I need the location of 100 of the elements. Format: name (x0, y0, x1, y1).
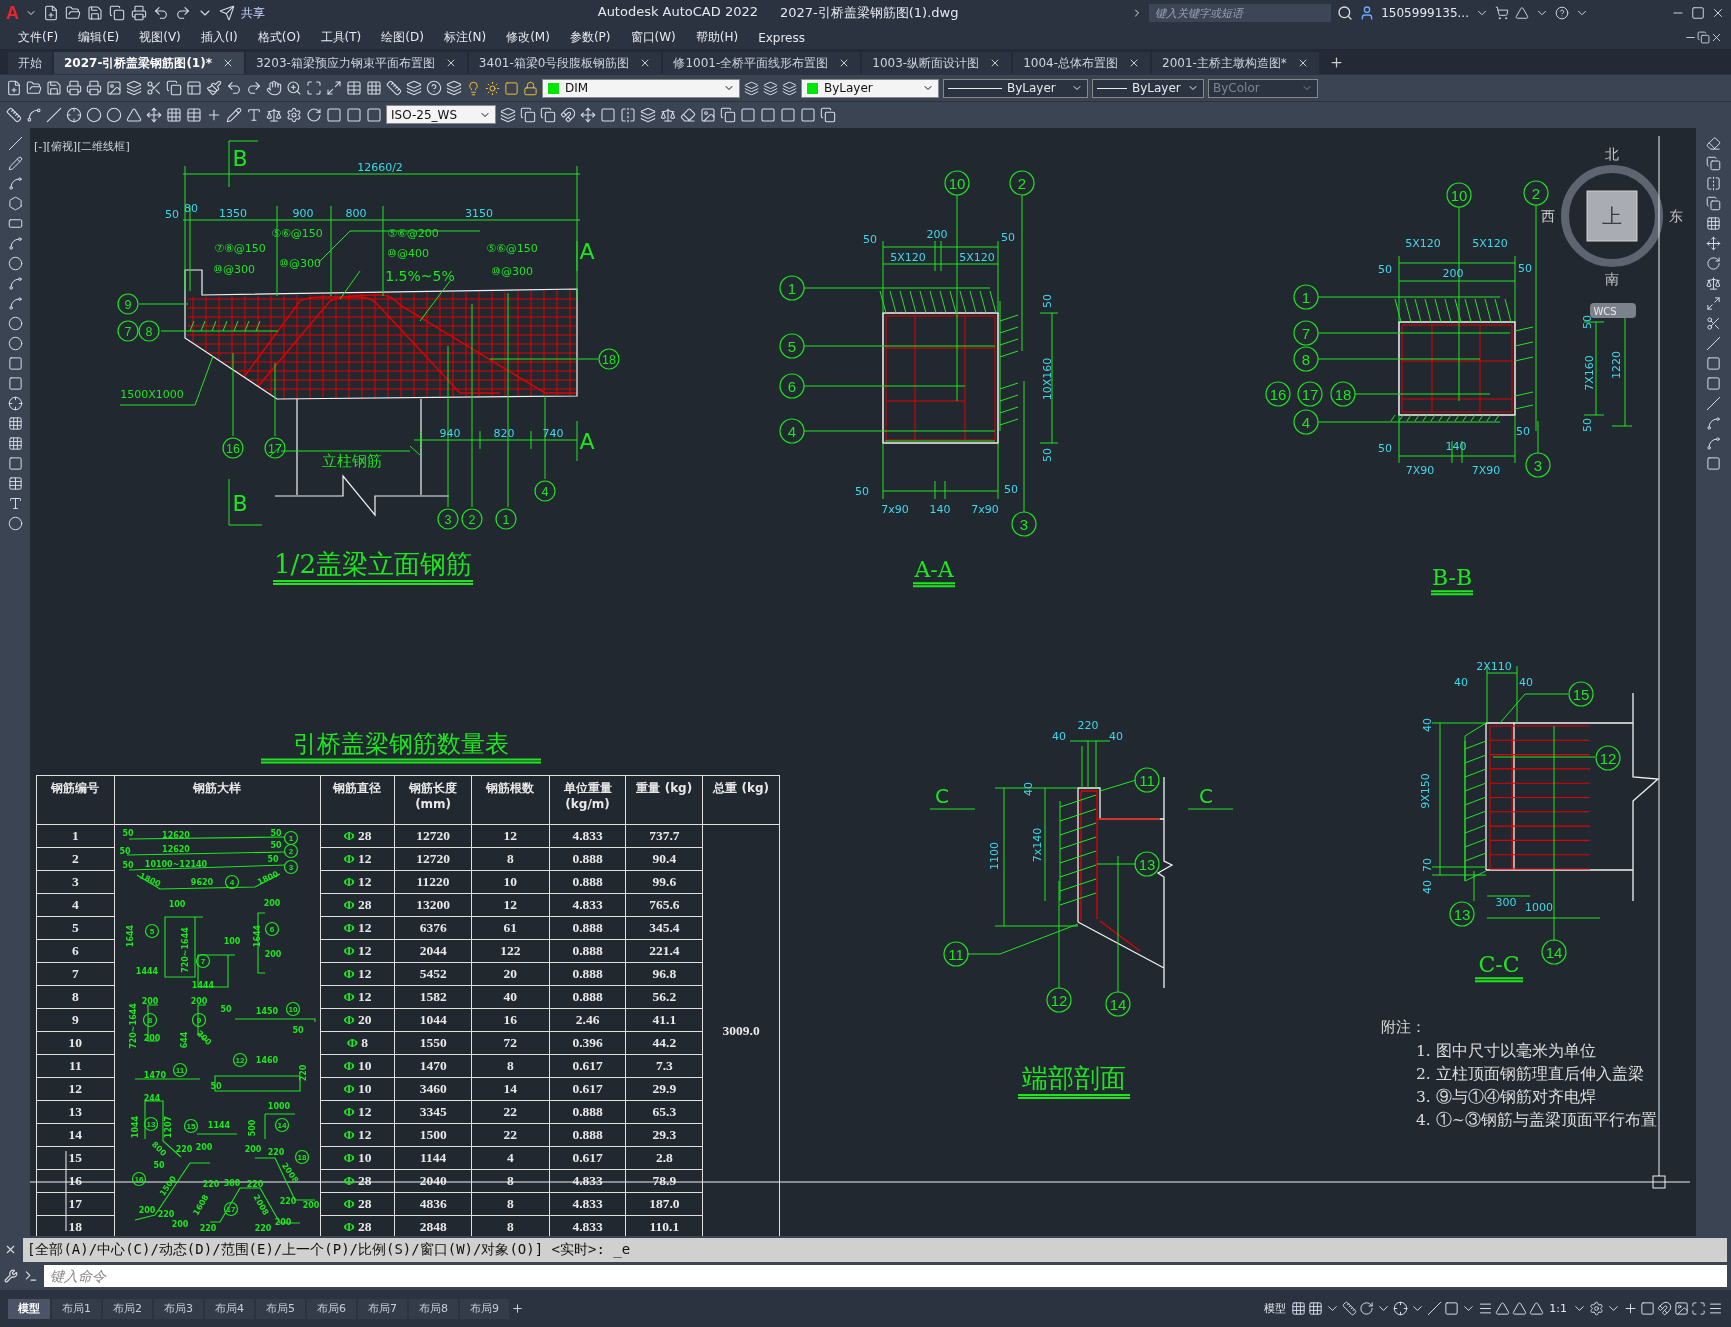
table-icon[interactable] (346, 80, 362, 97)
share-button[interactable]: 共享 (241, 4, 265, 22)
new-layout-icon[interactable] (511, 1302, 524, 1316)
layout-tab[interactable]: 布局3 (154, 1298, 203, 1319)
menu-item[interactable]: 标注(N) (433, 29, 497, 47)
undo-icon[interactable] (226, 80, 242, 97)
menu-item[interactable]: 帮助(H) (685, 29, 749, 47)
scale-button[interactable]: 1:1 (1546, 1302, 1570, 1316)
menu-item[interactable]: 窗口(W) (620, 29, 686, 47)
layout-tab[interactable]: 布局8 (409, 1298, 458, 1319)
viewport-label[interactable]: [-][俯视][二维线框] (34, 139, 130, 153)
user-name[interactable]: 1505999135... (1381, 6, 1469, 21)
layout-tab[interactable]: 布局2 (103, 1298, 152, 1319)
printer-icon[interactable] (66, 80, 82, 97)
text-icon[interactable] (7, 495, 23, 511)
mirror-icon[interactable] (620, 106, 636, 123)
fullscreen-icon[interactable] (1691, 1301, 1706, 1317)
command-input[interactable]: 键入命令 (44, 1264, 1727, 1287)
restore-icon[interactable] (1697, 31, 1710, 45)
printer-icon[interactable] (131, 5, 147, 22)
grid-icon[interactable] (1291, 1301, 1307, 1317)
cart-icon[interactable] (1495, 6, 1509, 21)
square-icon[interactable] (504, 80, 519, 96)
zoom-window-icon[interactable] (306, 80, 322, 97)
help-icon[interactable] (1555, 6, 1569, 21)
share-icon[interactable] (219, 5, 235, 22)
plus-icon[interactable] (1623, 1301, 1638, 1317)
undo-icon[interactable] (153, 5, 169, 22)
dimension-style-dropdown[interactable]: ISO-25_WS (386, 105, 496, 125)
circle-icon[interactable] (7, 255, 23, 271)
menu-item[interactable]: 文件(F) (8, 29, 69, 47)
linetype-dropdown[interactable]: ByLayer (943, 78, 1088, 98)
viewcube-drawing[interactable] (1561, 164, 1663, 267)
cut-icon[interactable] (146, 80, 162, 97)
lineweight-dropdown[interactable]: ByLayer (1092, 78, 1204, 98)
document-tab[interactable]: 3401-箱梁0号段腹板钢筋图 (468, 52, 662, 75)
sun-icon[interactable] (485, 80, 500, 96)
table-icon[interactable] (7, 475, 23, 491)
square-icon[interactable] (600, 106, 616, 123)
magnet-icon[interactable] (560, 106, 576, 123)
grid-icon[interactable] (366, 80, 382, 97)
new-file-icon[interactable] (43, 5, 59, 22)
text-icon[interactable] (246, 106, 262, 123)
image-icon[interactable] (700, 106, 716, 123)
menu-item[interactable]: 视图(V) (129, 29, 191, 47)
layout-tab[interactable]: 布局9 (460, 1298, 509, 1319)
menu-item[interactable]: 编辑(E) (68, 29, 130, 47)
help-icon[interactable] (426, 80, 442, 97)
document-tab[interactable]: 1004-总体布置图 (1013, 52, 1150, 75)
model-space-button[interactable]: 模型 (1261, 1301, 1290, 1317)
menu-item[interactable]: 插入(I) (190, 29, 248, 47)
plot-preview-icon[interactable] (86, 80, 102, 97)
line-icon[interactable] (7, 135, 23, 151)
document-tab[interactable]: 3203-箱梁预应力钢束平面布置图 (246, 52, 467, 75)
eraser-icon[interactable] (1706, 135, 1721, 151)
move-icon[interactable] (1706, 235, 1721, 251)
redo-icon[interactable] (175, 5, 191, 22)
image-icon[interactable] (1674, 1301, 1689, 1317)
layout-tab[interactable]: 布局1 (52, 1298, 101, 1319)
square-icon[interactable] (326, 106, 342, 123)
search-icon[interactable] (1337, 5, 1354, 22)
lightbulb-icon[interactable] (466, 80, 481, 96)
save-icon[interactable] (46, 80, 62, 97)
prompt-icon[interactable] (24, 1268, 38, 1283)
copy-icon[interactable] (820, 106, 836, 123)
scale-icon[interactable] (1706, 275, 1721, 291)
square-icon[interactable] (740, 106, 756, 123)
image-icon[interactable] (106, 80, 122, 97)
layers-icon[interactable] (406, 80, 422, 97)
document-tab[interactable]: 修1001-全桥平面线形布置图 (663, 52, 861, 75)
settings-icon[interactable] (1589, 1301, 1604, 1317)
menu-item[interactable]: 绘图(D) (371, 29, 434, 47)
menu-item[interactable]: 格式(O) (247, 29, 311, 47)
search-field[interactable]: 键入关键字或短语 (1149, 4, 1332, 23)
menu-item[interactable]: Express (748, 30, 815, 45)
rotate-icon[interactable] (306, 106, 322, 123)
brush-icon[interactable] (206, 80, 222, 97)
copy-icon[interactable] (166, 80, 182, 97)
lock-icon[interactable] (523, 80, 538, 96)
folder-icon[interactable] (65, 5, 81, 22)
redo-icon[interactable] (246, 80, 262, 97)
copy-icon[interactable] (520, 106, 536, 123)
layers-icon[interactable] (500, 106, 516, 123)
maximize-icon[interactable] (1691, 6, 1705, 21)
copy-icon[interactable] (720, 106, 736, 123)
document-tab[interactable]: 开始 (8, 52, 52, 75)
layout-tab[interactable]: 布局6 (307, 1298, 356, 1319)
layers-icon[interactable] (640, 106, 656, 123)
polygon-icon[interactable] (7, 195, 23, 211)
layer-properties-icon[interactable] (446, 80, 462, 97)
move-icon[interactable] (580, 106, 596, 123)
document-tab[interactable]: 2001-主桥主墩构造图* (1152, 52, 1319, 75)
menu-item[interactable]: 工具(T) (310, 29, 372, 47)
ruler-icon[interactable] (386, 80, 402, 97)
layer-dropdown[interactable]: DIM (542, 78, 740, 98)
menu-icon[interactable] (1708, 1301, 1723, 1317)
new-tab-icon[interactable] (1328, 55, 1344, 71)
scale-icon[interactable] (660, 106, 676, 123)
menu-item[interactable]: 修改(M) (496, 29, 560, 47)
scale-icon[interactable] (266, 106, 282, 123)
